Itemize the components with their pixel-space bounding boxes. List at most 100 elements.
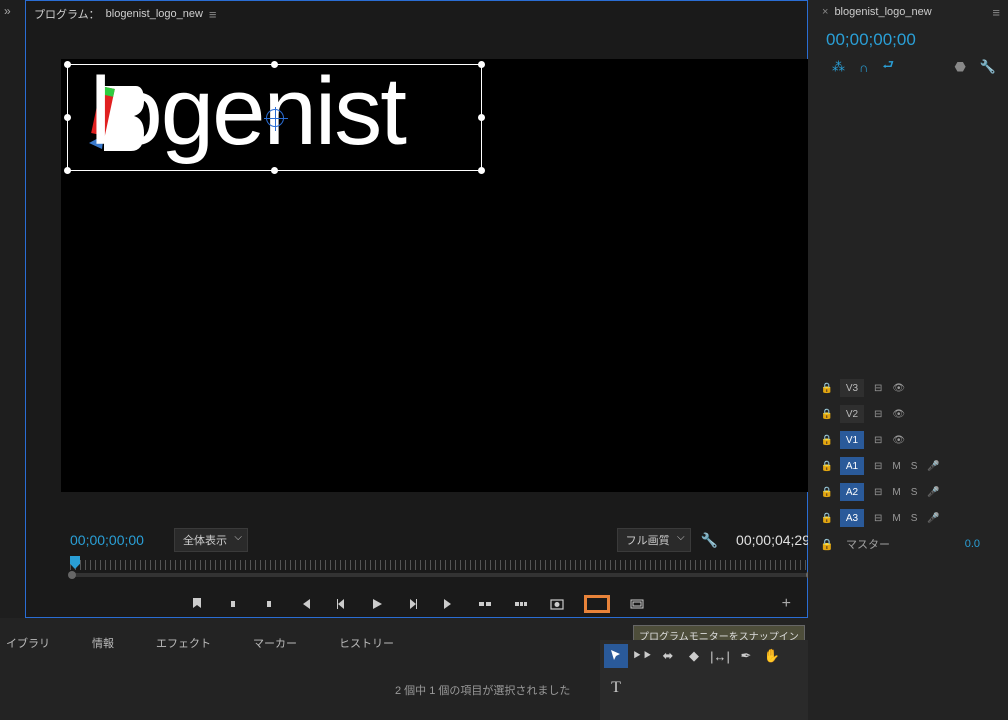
resize-handle-bm[interactable] [271,167,278,174]
panel-menu-icon[interactable]: ≡ [992,5,1000,20]
solo-icon[interactable]: S [911,513,918,524]
sequence-tab[interactable]: × blogenist_logo_new ≡ [808,0,1008,24]
mute-icon[interactable]: M [892,461,900,472]
track-v1[interactable]: 🔒 V1 ⊟ 👁 [808,427,1008,453]
voice-icon[interactable]: 🎤 [927,487,939,498]
button-editor-icon[interactable]: + [782,595,791,613]
extract-icon[interactable] [512,595,530,613]
hand-tool-icon[interactable]: ✋ [760,644,784,668]
selected-graphic[interactable]: logenist [67,64,482,171]
lock-icon[interactable]: 🔒 [820,409,834,420]
eye-icon[interactable]: 👁 [892,435,905,446]
sequence-duration: 00;00;04;29 [736,532,810,548]
track-label-v3[interactable]: V3 [840,379,864,397]
track-label-a3[interactable]: A3 [840,509,864,527]
video-monitor[interactable]: logenist [61,59,820,492]
add-marker-icon[interactable]: ⮐ [882,56,894,78]
solo-icon[interactable]: S [911,487,918,498]
lock-icon[interactable]: 🔒 [820,487,834,498]
tab-history[interactable]: ヒストリー [339,635,394,651]
track-a2[interactable]: 🔒 A2 ⊟ MS 🎤 [808,479,1008,505]
marker-icon[interactable] [188,595,206,613]
toggle-output-icon[interactable]: ⊟ [874,513,882,524]
tab-effects[interactable]: エフェクト [156,635,211,651]
zoom-bar[interactable] [70,573,812,577]
lock-icon[interactable]: 🔒 [820,513,834,524]
timeline-settings-icon[interactable]: 🔧 [980,59,996,75]
lock-icon[interactable]: 🔒 [820,461,834,472]
voice-icon[interactable]: 🎤 [927,461,939,472]
track-label-v2[interactable]: V2 [840,405,864,423]
track-label-v1[interactable]: V1 [840,431,864,449]
scrubber[interactable] [70,557,812,577]
resize-handle-tl[interactable] [64,61,71,68]
current-timecode[interactable]: 00;00;00;00 [70,532,144,548]
play-icon[interactable] [368,595,386,613]
comparison-view-button[interactable] [584,595,610,613]
program-monitor-panel: プログラム： blogenist_logo_new ≡ logenist 00;… [25,0,808,618]
panel-menu-icon[interactable]: ≡ [209,7,217,22]
go-to-in-icon[interactable] [296,595,314,613]
razor-tool-icon[interactable]: ◆ [682,644,706,668]
eye-icon[interactable]: 👁 [892,409,905,420]
quality-select[interactable]: フル画質 [617,528,691,552]
mute-icon[interactable]: M [892,513,900,524]
selection-tool-icon[interactable] [604,644,628,668]
step-forward-icon[interactable] [404,595,422,613]
track-master[interactable]: 🔒 マスター 0.0 [808,531,1008,557]
type-tool-icon[interactable]: T [604,676,628,700]
ripple-edit-tool-icon[interactable]: ⬌ [656,644,680,668]
step-back-icon[interactable] [332,595,350,613]
safe-margins-icon[interactable] [628,595,646,613]
track-v3[interactable]: 🔒 V3 ⊟ 👁 [808,375,1008,401]
marker-shield-icon[interactable]: ⬣ [954,59,965,75]
track-a1[interactable]: 🔒 A1 ⊟ MS 🎤 [808,453,1008,479]
timeline-timecode[interactable]: 00;00;00;00 [808,24,1008,56]
ruler-ticks [70,560,812,570]
track-v2[interactable]: 🔒 V2 ⊟ 👁 [808,401,1008,427]
expand-panel-icon[interactable]: » [4,4,11,18]
track-label-a2[interactable]: A2 [840,483,864,501]
track-label-a1[interactable]: A1 [840,457,864,475]
resize-handle-tm[interactable] [271,61,278,68]
lock-icon[interactable]: 🔒 [820,435,834,446]
eye-icon[interactable]: 👁 [892,383,905,394]
toggle-output-icon[interactable]: ⊟ [874,435,882,446]
anchor-point-icon[interactable] [266,109,284,127]
lock-icon[interactable]: 🔒 [820,538,834,551]
mute-icon[interactable]: M [892,487,900,498]
export-frame-icon[interactable] [548,595,566,613]
go-to-out-icon[interactable] [440,595,458,613]
lift-icon[interactable] [476,595,494,613]
settings-wrench-icon[interactable]: 🔧 [701,532,718,549]
zoom-select[interactable]: 全体表示 [174,528,248,552]
tab-info[interactable]: 情報 [92,635,114,651]
toggle-output-icon[interactable]: ⊟ [874,383,882,394]
toggle-output-icon[interactable]: ⊟ [874,487,882,498]
close-tab-icon[interactable]: × [822,6,828,18]
snap-icon[interactable]: ⁂ [832,59,845,75]
lock-icon[interactable]: 🔒 [820,383,834,394]
toggle-output-icon[interactable]: ⊟ [874,461,882,472]
in-point-icon[interactable] [224,595,242,613]
timeline-panel: × blogenist_logo_new ≡ 00;00;00;00 ⁂ ∩ ⮐… [808,0,1008,720]
pen-tool-icon[interactable]: ✒ [734,644,758,668]
master-value[interactable]: 0.0 [965,538,980,550]
linked-selection-icon[interactable]: ∩ [859,60,868,75]
voice-icon[interactable]: 🎤 [927,513,939,524]
track-select-tool-icon[interactable]: ⯈⯈ [630,644,654,668]
resize-handle-br[interactable] [478,167,485,174]
track-headers: 🔒 V3 ⊟👁 🔒 V2 ⊟👁 🔒 V1 ⊟👁 🔒 A1 ⊟MS🎤 🔒 A2 ⊟… [808,375,1008,557]
toggle-output-icon[interactable]: ⊟ [874,409,882,420]
resize-handle-bl[interactable] [64,167,71,174]
solo-icon[interactable]: S [911,461,918,472]
resize-handle-mr[interactable] [478,114,485,121]
zoom-handle-left[interactable] [68,571,76,579]
out-point-icon[interactable] [260,595,278,613]
tab-library[interactable]: イブラリ [6,635,50,651]
track-a3[interactable]: 🔒 A3 ⊟ MS 🎤 [808,505,1008,531]
slip-tool-icon[interactable]: |↔| [708,644,732,668]
resize-handle-ml[interactable] [64,114,71,121]
resize-handle-tr[interactable] [478,61,485,68]
tab-markers[interactable]: マーカー [253,635,297,651]
